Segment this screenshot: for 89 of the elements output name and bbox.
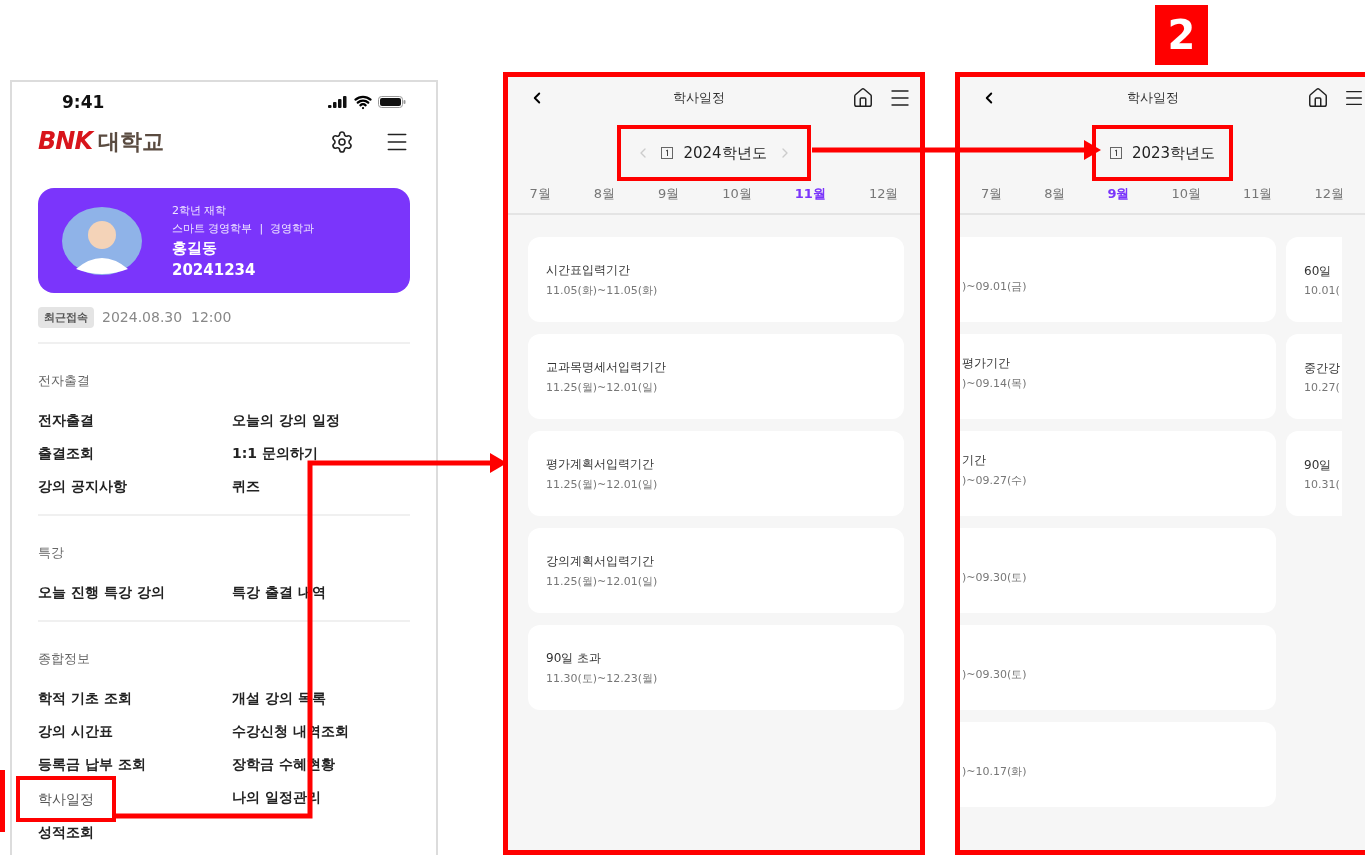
settings-icon[interactable] — [330, 130, 354, 155]
menu-link[interactable]: 성적조회 — [38, 824, 94, 842]
logo-name: 대학교 — [98, 128, 164, 157]
month-tab[interactable]: 8월 — [593, 185, 616, 203]
section-title: 전자출결 — [38, 372, 91, 390]
month-tab[interactable]: 11월 — [794, 185, 826, 203]
event-card[interactable]: 평가기간 )~09.14(목) — [960, 334, 1276, 419]
event-card[interactable]: )~10.17(화) — [960, 722, 1276, 807]
event-dates: 11.30(토)~12.23(월) — [546, 670, 659, 686]
menu-link[interactable]: 등록금 납부 조회 — [38, 756, 146, 774]
logo-mark: BNK — [38, 127, 92, 156]
home-icon[interactable] — [1307, 87, 1329, 109]
month-tab[interactable]: 12월 — [868, 185, 899, 203]
event-dates: 10.31( — [1304, 477, 1341, 491]
event-dates: )~09.30(토) — [962, 667, 1028, 682]
event-card[interactable]: )~09.30(토) — [960, 625, 1276, 710]
event-card[interactable]: 90일 초과 11.30(토)~12.23(월) — [528, 625, 904, 710]
home-icon[interactable] — [852, 87, 874, 109]
calendar-icon — [661, 147, 674, 159]
event-card[interactable]: 강의계획서입력기간 11.25(월)~12.01(일) — [528, 528, 904, 613]
student-name: 홍길동 — [172, 238, 218, 258]
student-id: 20241234 — [172, 260, 257, 279]
menu-link[interactable]: 1:1 문의하기 — [232, 445, 318, 463]
year-status: 2학년 재학 — [172, 202, 228, 218]
month-tab[interactable]: 8월 — [1044, 185, 1066, 203]
month-tab[interactable]: 12월 — [1314, 185, 1344, 203]
event-dates: )~09.14(목) — [962, 376, 1028, 391]
month-tab[interactable]: 7월 — [529, 185, 551, 203]
month-tab[interactable]: 9월 — [1107, 185, 1130, 203]
month-tab[interactable]: 11월 — [1242, 185, 1273, 203]
month-tab[interactable]: 10월 — [1171, 185, 1201, 203]
event-dates: 11.25(월)~12.01(일) — [546, 573, 659, 589]
event-dates: )~09.27(수) — [962, 473, 1028, 488]
event-title: 중간강 — [1304, 359, 1341, 377]
last-login-tag: 최근접속 — [38, 306, 94, 328]
menu-link[interactable]: 강의 시간표 — [38, 723, 113, 741]
event-title: 평가계획서입력기간 — [546, 455, 655, 473]
event-title: 90일 — [1304, 456, 1333, 474]
month-tab[interactable]: 7월 — [980, 185, 1003, 203]
signal-icon — [328, 96, 348, 109]
menu-link[interactable]: 퀴즈 — [232, 478, 260, 496]
status-time: 9:41 — [62, 92, 105, 113]
event-card[interactable]: 시간표입력기간 11.05(화)~11.05(화) — [528, 237, 904, 322]
event-title: 교과목명세서입력기간 — [546, 358, 667, 376]
event-card[interactable]: 교과목명세서입력기간 11.25(월)~12.01(일) — [528, 334, 904, 419]
year-label[interactable]: 2023학년도 — [1131, 143, 1216, 163]
event-card[interactable]: )~09.30(토) — [960, 528, 1276, 613]
event-dates: 11.05(화)~11.05(화) — [546, 282, 659, 298]
event-card[interactable]: )~09.01(금) — [960, 237, 1276, 322]
menu-link[interactable]: 강의 공지사항 — [38, 478, 127, 496]
event-title: 평가기간 — [962, 355, 1011, 372]
event-card[interactable]: 90일 10.31( — [1286, 431, 1342, 516]
section-title: 특강 — [38, 544, 65, 562]
menu-link[interactable]: 오늘 진행 특강 강의 — [38, 584, 165, 602]
section-title: 종합정보 — [38, 650, 91, 668]
event-dates: 11.25(월)~12.01(일) — [546, 379, 659, 395]
screen-title: 학사일정 — [673, 89, 725, 107]
event-title: 90일 초과 — [546, 649, 603, 667]
event-dates: 11.25(월)~12.01(일) — [546, 476, 659, 492]
step-badge: 2 — [1155, 5, 1208, 65]
event-title: 강의계획서입력기간 — [546, 552, 655, 570]
event-card[interactable]: 기간 )~09.27(수) — [960, 431, 1276, 516]
battery-icon — [378, 96, 406, 109]
month-tab[interactable]: 10월 — [722, 185, 752, 203]
event-card[interactable]: 평가계획서입력기간 11.25(월)~12.01(일) — [528, 431, 904, 516]
event-dates: 10.27( — [1304, 380, 1341, 394]
menu-link[interactable]: 전자출결 — [38, 412, 94, 430]
event-title: 기간 — [962, 452, 987, 469]
event-title: 시간표입력기간 — [546, 261, 631, 279]
menu-link[interactable]: 학적 기초 조회 — [38, 690, 132, 708]
calendar-icon — [1109, 147, 1122, 159]
menu-link[interactable]: 오늘의 강의 일정 — [232, 412, 340, 430]
screen-title: 학사일정 — [1126, 89, 1179, 107]
event-card[interactable]: 중간강 10.27( — [1286, 334, 1342, 419]
affiliation: 스마트 경영학부 | 경영학과 — [172, 220, 315, 236]
event-dates: )~09.01(금) — [962, 279, 1028, 294]
event-dates: )~09.30(토) — [962, 570, 1028, 585]
event-dates: )~10.17(화) — [962, 764, 1028, 779]
menu-link[interactable]: 학사일정 — [38, 791, 94, 807]
event-card[interactable]: 60일 10.01( — [1286, 237, 1342, 322]
annotation-bar — [0, 770, 5, 832]
wifi-icon — [354, 93, 372, 112]
event-dates: 10.01( — [1304, 283, 1341, 297]
month-tab[interactable]: 9월 — [658, 185, 680, 203]
last-login-date: 2024.08.30 12:00 — [102, 309, 232, 326]
avatar-icon — [62, 206, 142, 275]
menu-link[interactable]: 출결조회 — [38, 445, 94, 463]
year-label[interactable]: 2024학년도 — [683, 143, 767, 163]
event-title: 60일 — [1304, 262, 1333, 280]
